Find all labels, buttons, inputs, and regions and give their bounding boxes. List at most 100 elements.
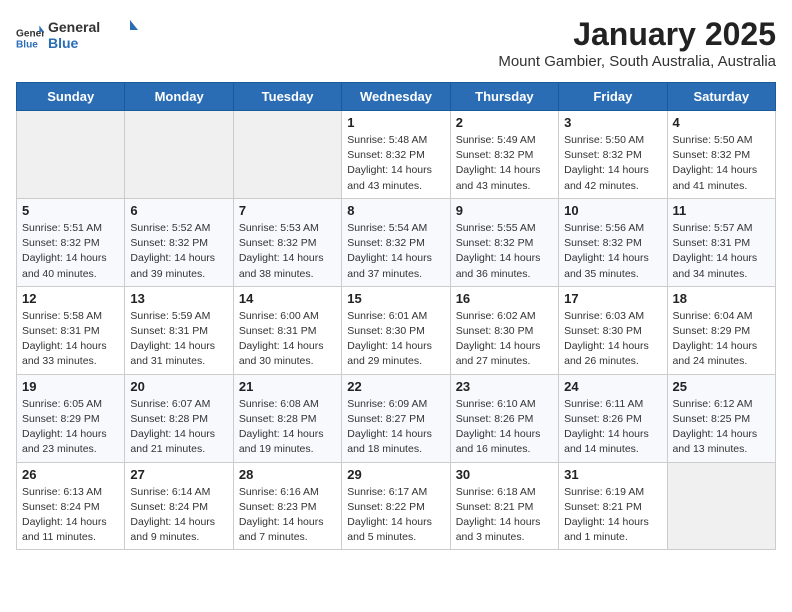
calendar-cell: 3Sunrise: 5:50 AMSunset: 8:32 PMDaylight…	[559, 111, 667, 199]
day-info: Sunrise: 6:05 AMSunset: 8:29 PMDaylight:…	[22, 397, 119, 458]
day-number: 6	[130, 203, 227, 218]
day-info: Sunrise: 6:18 AMSunset: 8:21 PMDaylight:…	[456, 485, 553, 546]
day-number: 10	[564, 203, 661, 218]
day-number: 28	[239, 467, 336, 482]
day-number: 24	[564, 379, 661, 394]
day-info: Sunrise: 5:57 AMSunset: 8:31 PMDaylight:…	[673, 221, 770, 282]
weekday-header-cell: Monday	[125, 83, 233, 111]
day-info: Sunrise: 6:14 AMSunset: 8:24 PMDaylight:…	[130, 485, 227, 546]
calendar-week-row: 1 Sunrise: 5:48 AMSunset: 8:32 PMDaylight…	[17, 111, 776, 199]
calendar-cell: 21 Sunrise: 6:08 AMSunset: 8:28 PMDayligh…	[233, 374, 341, 462]
day-info: Sunrise: 6:19 AMSunset: 8:21 PMDaylight:…	[564, 485, 661, 546]
day-info: Sunrise: 6:17 AMSunset: 8:22 PMDaylight:…	[347, 485, 444, 546]
calendar-body: 1 Sunrise: 5:48 AMSunset: 8:32 PMDaylight…	[17, 111, 776, 550]
calendar-cell: 23 Sunrise: 6:10 AMSunset: 8:26 PMDayligh…	[450, 374, 558, 462]
day-number: 13	[130, 291, 227, 306]
day-number: 8	[347, 203, 444, 218]
calendar-cell: 26 Sunrise: 6:13 AMSunset: 8:24 PMDayligh…	[17, 462, 125, 550]
page-header: General Blue General Blue January 2025 M…	[16, 16, 776, 70]
weekday-header-cell: Wednesday	[342, 83, 450, 111]
day-number: 17	[564, 291, 661, 306]
svg-text:Blue: Blue	[16, 39, 38, 50]
calendar-cell: 19 Sunrise: 6:05 AMSunset: 8:29 PMDayligh…	[17, 374, 125, 462]
day-number: 4	[673, 115, 770, 130]
calendar-cell: 4 Sunrise: 5:50 AMSunset: 8:32 PMDaylight…	[667, 111, 775, 199]
calendar-cell: 27 Sunrise: 6:14 AMSunset: 8:24 PMDayligh…	[125, 462, 233, 550]
calendar-cell: 11Sunrise: 5:57 AMSunset: 8:31 PMDayligh…	[667, 198, 775, 286]
title-block: January 2025 Mount Gambier, South Austra…	[498, 16, 776, 70]
calendar-cell: 22 Sunrise: 6:09 AMSunset: 8:27 PMDayligh…	[342, 374, 450, 462]
day-number: 16	[456, 291, 553, 306]
page-subtitle: Mount Gambier, South Australia, Australi…	[498, 53, 776, 70]
calendar-cell: 29Sunrise: 6:17 AMSunset: 8:22 PMDayligh…	[342, 462, 450, 550]
day-info: Sunrise: 6:04 AMSunset: 8:29 PMDaylight:…	[673, 309, 770, 370]
day-number: 7	[239, 203, 336, 218]
weekday-header-cell: Tuesday	[233, 83, 341, 111]
day-number: 25	[673, 379, 770, 394]
day-info: Sunrise: 5:55 AMSunset: 8:32 PMDaylight:…	[456, 221, 553, 282]
day-number: 18	[673, 291, 770, 306]
day-info: Sunrise: 6:08 AMSunset: 8:28 PMDaylight:…	[239, 397, 336, 458]
day-number: 23	[456, 379, 553, 394]
day-info: Sunrise: 5:48 AMSunset: 8:32 PMDaylight:…	[347, 133, 444, 194]
day-number: 20	[130, 379, 227, 394]
day-info: Sunrise: 6:12 AMSunset: 8:25 PMDaylight:…	[673, 397, 770, 458]
calendar-week-row: 12Sunrise: 5:58 AMSunset: 8:31 PMDayligh…	[17, 286, 776, 374]
weekday-header-cell: Saturday	[667, 83, 775, 111]
day-info: Sunrise: 6:10 AMSunset: 8:26 PMDaylight:…	[456, 397, 553, 458]
logo-svg: General Blue	[48, 16, 138, 54]
day-info: Sunrise: 6:11 AMSunset: 8:26 PMDaylight:…	[564, 397, 661, 458]
calendar-cell: 15Sunrise: 6:01 AMSunset: 8:30 PMDayligh…	[342, 286, 450, 374]
calendar-cell	[667, 462, 775, 550]
weekday-header-cell: Sunday	[17, 83, 125, 111]
calendar-cell: 7 Sunrise: 5:53 AMSunset: 8:32 PMDaylight…	[233, 198, 341, 286]
day-info: Sunrise: 5:53 AMSunset: 8:32 PMDaylight:…	[239, 221, 336, 282]
calendar-cell: 24 Sunrise: 6:11 AMSunset: 8:26 PMDayligh…	[559, 374, 667, 462]
calendar-cell: 10Sunrise: 5:56 AMSunset: 8:32 PMDayligh…	[559, 198, 667, 286]
logo: General Blue General Blue	[16, 16, 138, 59]
day-number: 12	[22, 291, 119, 306]
day-number: 5	[22, 203, 119, 218]
day-number: 31	[564, 467, 661, 482]
calendar-cell: 28 Sunrise: 6:16 AMSunset: 8:23 PMDayligh…	[233, 462, 341, 550]
day-info: Sunrise: 5:50 AMSunset: 8:32 PMDaylight:…	[673, 133, 770, 194]
day-info: Sunrise: 5:59 AMSunset: 8:31 PMDaylight:…	[130, 309, 227, 370]
calendar-cell	[17, 111, 125, 199]
calendar-cell: 18 Sunrise: 6:04 AMSunset: 8:29 PMDayligh…	[667, 286, 775, 374]
logo-icon: General Blue	[16, 24, 44, 52]
day-number: 26	[22, 467, 119, 482]
calendar-cell: 9 Sunrise: 5:55 AMSunset: 8:32 PMDaylight…	[450, 198, 558, 286]
calendar-cell: 6 Sunrise: 5:52 AMSunset: 8:32 PMDaylight…	[125, 198, 233, 286]
day-info: Sunrise: 6:13 AMSunset: 8:24 PMDaylight:…	[22, 485, 119, 546]
calendar-cell: 5 Sunrise: 5:51 AMSunset: 8:32 PMDaylight…	[17, 198, 125, 286]
day-info: Sunrise: 5:52 AMSunset: 8:32 PMDaylight:…	[130, 221, 227, 282]
day-number: 1	[347, 115, 444, 130]
weekday-header-row: SundayMondayTuesdayWednesdayThursdayFrid…	[17, 83, 776, 111]
calendar-cell: 25 Sunrise: 6:12 AMSunset: 8:25 PMDayligh…	[667, 374, 775, 462]
calendar-week-row: 19 Sunrise: 6:05 AMSunset: 8:29 PMDayligh…	[17, 374, 776, 462]
calendar-cell: 31 Sunrise: 6:19 AMSunset: 8:21 PMDayligh…	[559, 462, 667, 550]
calendar-cell: 16 Sunrise: 6:02 AMSunset: 8:30 PMDayligh…	[450, 286, 558, 374]
day-info: Sunrise: 6:02 AMSunset: 8:30 PMDaylight:…	[456, 309, 553, 370]
weekday-header-cell: Friday	[559, 83, 667, 111]
day-number: 19	[22, 379, 119, 394]
day-info: Sunrise: 5:49 AMSunset: 8:32 PMDaylight:…	[456, 133, 553, 194]
day-info: Sunrise: 5:54 AMSunset: 8:32 PMDaylight:…	[347, 221, 444, 282]
calendar-cell: 14Sunrise: 6:00 AMSunset: 8:31 PMDayligh…	[233, 286, 341, 374]
day-info: Sunrise: 6:09 AMSunset: 8:27 PMDaylight:…	[347, 397, 444, 458]
day-number: 22	[347, 379, 444, 394]
day-number: 27	[130, 467, 227, 482]
day-number: 2	[456, 115, 553, 130]
day-info: Sunrise: 6:03 AMSunset: 8:30 PMDaylight:…	[564, 309, 661, 370]
day-info: Sunrise: 5:51 AMSunset: 8:32 PMDaylight:…	[22, 221, 119, 282]
calendar-cell: 12Sunrise: 5:58 AMSunset: 8:31 PMDayligh…	[17, 286, 125, 374]
calendar-cell: 30Sunrise: 6:18 AMSunset: 8:21 PMDayligh…	[450, 462, 558, 550]
calendar-cell: 17 Sunrise: 6:03 AMSunset: 8:30 PMDayligh…	[559, 286, 667, 374]
day-info: Sunrise: 6:01 AMSunset: 8:30 PMDaylight:…	[347, 309, 444, 370]
calendar-cell	[233, 111, 341, 199]
day-number: 9	[456, 203, 553, 218]
svg-text:General: General	[48, 19, 100, 35]
day-info: Sunrise: 6:16 AMSunset: 8:23 PMDaylight:…	[239, 485, 336, 546]
day-number: 21	[239, 379, 336, 394]
weekday-header-cell: Thursday	[450, 83, 558, 111]
